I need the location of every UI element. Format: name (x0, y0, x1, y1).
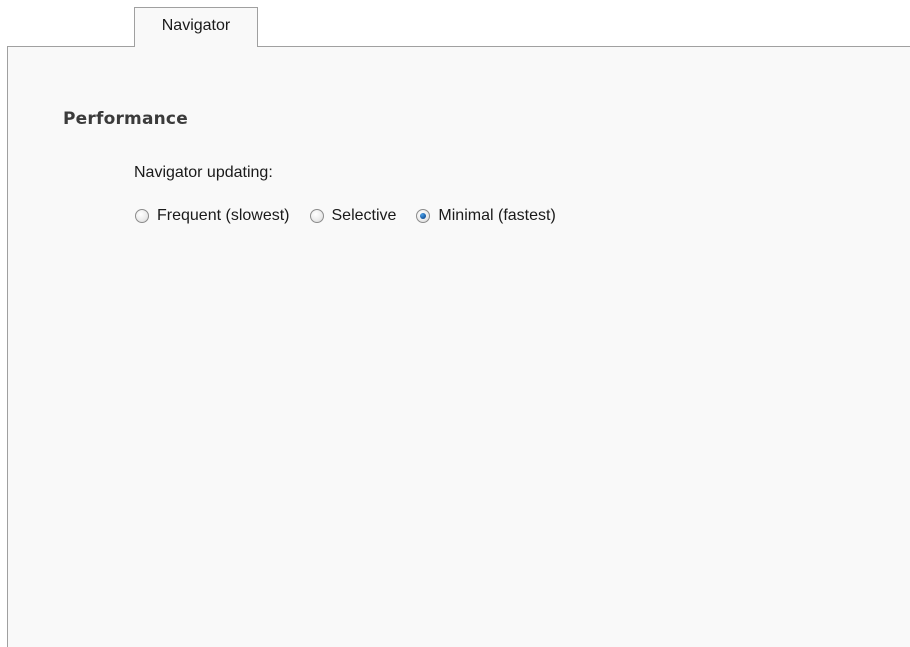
radio-selective-label[interactable]: Selective (332, 207, 397, 225)
radio-frequent-label[interactable]: Frequent (slowest) (157, 207, 290, 225)
navigator-updating-radio-group: Frequent (slowest) Selective Minimal (fa… (135, 205, 576, 227)
tab-panel-navigator: Performance Navigator updating: Frequent… (7, 46, 910, 647)
radio-minimal-label[interactable]: Minimal (fastest) (438, 207, 555, 225)
radio-button-icon[interactable] (309, 209, 324, 223)
radio-frequent[interactable]: Frequent (slowest) (135, 207, 290, 225)
radio-minimal[interactable]: Minimal (fastest) (416, 207, 556, 225)
navigator-updating-label: Navigator updating: (134, 164, 273, 181)
radio-button-icon[interactable] (135, 209, 149, 223)
radio-button-selected-icon[interactable] (416, 209, 431, 223)
tab-navigator-label: Navigator (161, 17, 231, 34)
tab-navigator[interactable]: Navigator (134, 7, 258, 47)
section-title-performance: Performance (63, 109, 188, 129)
tab-strip: Navigator (0, 0, 910, 47)
radio-selective[interactable]: Selective (309, 207, 397, 225)
